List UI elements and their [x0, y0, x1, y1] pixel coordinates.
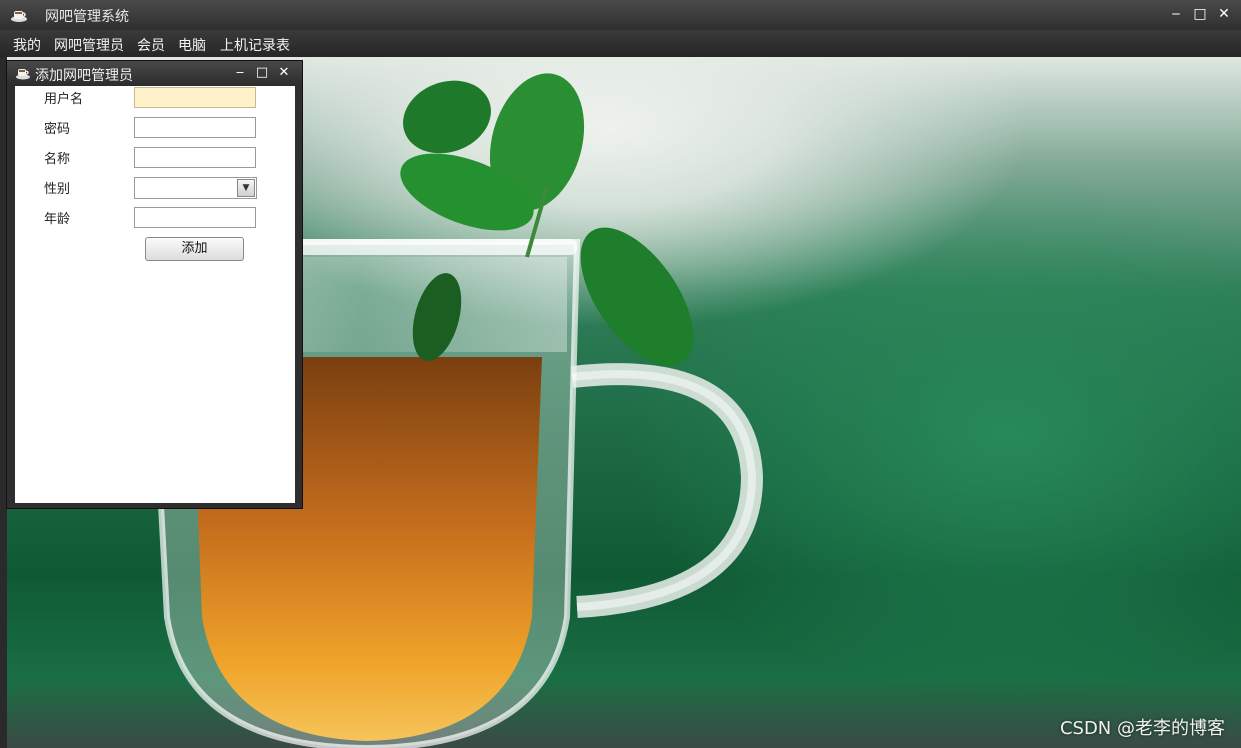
dialog-titlebar[interactable]: 添加网吧管理员 ‒ □ ✕	[7, 61, 302, 86]
add-button[interactable]: 添加	[145, 237, 244, 261]
menu-members[interactable]: 会员	[137, 35, 165, 55]
coffee-cup-icon	[16, 69, 30, 80]
age-field[interactable]	[134, 207, 256, 228]
name-field[interactable]	[134, 147, 256, 168]
menu-session-records[interactable]: 上机记录表	[220, 35, 290, 55]
username-field[interactable]	[134, 87, 256, 108]
main-titlebar: 网吧管理系统 ‒ □ ✕	[0, 0, 1241, 31]
minimize-icon[interactable]: ‒	[232, 65, 248, 81]
window-controls: ‒ □ ✕	[1167, 5, 1233, 23]
menu-my[interactable]: 我的	[13, 35, 41, 55]
chevron-down-icon[interactable]: ▼	[237, 179, 255, 197]
maximize-icon[interactable]: □	[254, 65, 270, 81]
menu-admins[interactable]: 网吧管理员	[54, 35, 124, 55]
minimize-icon[interactable]: ‒	[1167, 5, 1185, 23]
menu-bar: 我的 网吧管理员 会员 电脑 上机记录表	[0, 30, 1241, 57]
admin-form: 用户名 密码 名称 性别 ▼ 年龄 添加	[15, 86, 295, 503]
password-field[interactable]	[134, 117, 256, 138]
dialog-title: 添加网吧管理员	[35, 68, 133, 84]
coffee-cup-icon	[11, 11, 27, 22]
maximize-icon[interactable]: □	[1191, 5, 1209, 23]
close-icon[interactable]: ✕	[1215, 5, 1233, 23]
gender-select[interactable]: ▼	[134, 177, 257, 199]
gender-label: 性别	[44, 182, 71, 197]
watermark-text: CSDN @老李的博客	[1059, 718, 1225, 739]
menu-computers[interactable]: 电脑	[178, 35, 206, 55]
age-label: 年龄	[44, 212, 71, 227]
dialog-controls: ‒ □ ✕	[232, 65, 292, 81]
name-label: 名称	[44, 152, 71, 167]
add-admin-dialog: 添加网吧管理员 ‒ □ ✕ 用户名 密码 名称 性别 ▼ 年龄 添加	[6, 60, 303, 509]
close-icon[interactable]: ✕	[276, 65, 292, 81]
password-label: 密码	[44, 122, 71, 137]
username-label: 用户名	[44, 92, 84, 107]
window-title: 网吧管理系统	[45, 9, 129, 25]
